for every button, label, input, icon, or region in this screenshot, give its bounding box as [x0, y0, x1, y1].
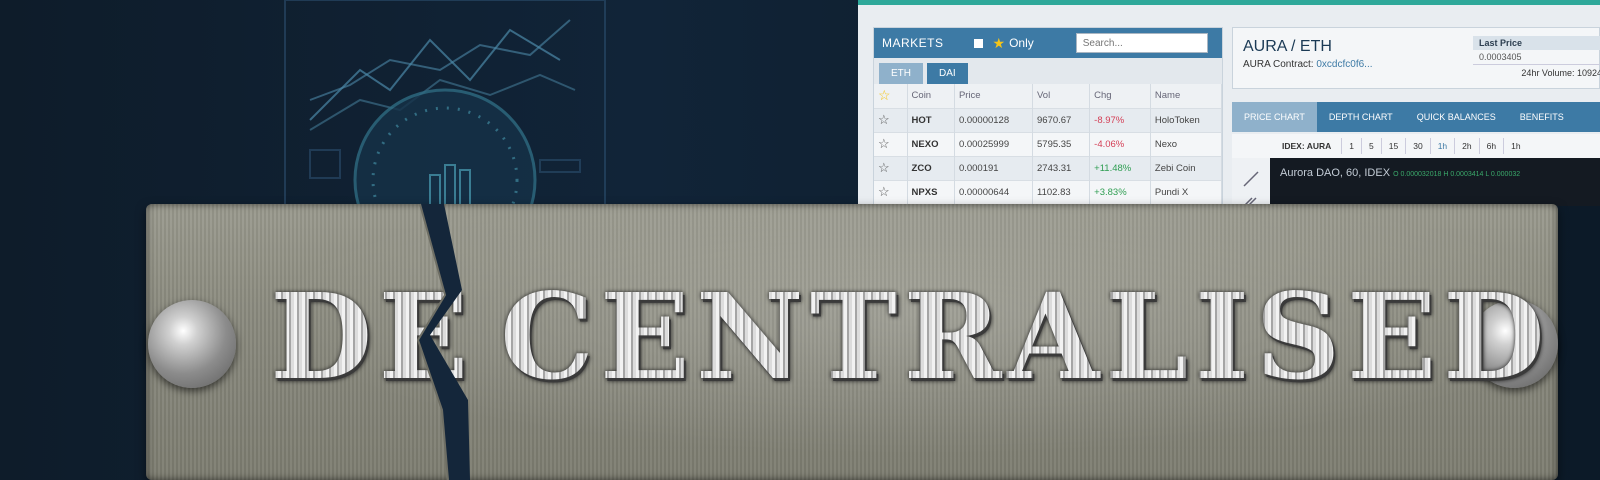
star-icon: ☆	[878, 87, 891, 104]
contract-label: AURA Contract:	[1243, 59, 1314, 70]
chart-tabs: PRICE CHART DEPTH CHART QUICK BALANCES B…	[1232, 102, 1600, 132]
favorite-column-header: ☆	[874, 84, 908, 108]
last-price-label: Last Price	[1473, 36, 1600, 50]
interval-button[interactable]: 6h	[1478, 138, 1503, 154]
table-row[interactable]: ☆ ZCO 0.000191 2743.31 +11.48% Zebi Coin	[874, 155, 1223, 180]
interval-button[interactable]: 1	[1341, 138, 1361, 154]
column-header-coin[interactable]: Coin	[907, 84, 955, 108]
chg-cell: +11.48%	[1089, 155, 1151, 180]
price-cell: 0.00000128	[954, 107, 1034, 132]
market-tabs: ETH DAI	[874, 58, 1222, 84]
last-price-value: 0.0003405	[1473, 50, 1600, 65]
chart-ohlc-readout: O 0.000032018 H 0.0003414 L 0.000032	[1393, 171, 1521, 178]
star-icon: ★	[992, 34, 1006, 51]
markets-header: MARKETS ★ Only	[874, 28, 1222, 58]
table-row[interactable]: ☆ HOT 0.00000128 9670.67 -8.97% HoloToke…	[874, 107, 1223, 132]
rivet-icon	[148, 300, 236, 388]
favorite-star-icon[interactable]: ☆	[874, 131, 908, 156]
interval-button[interactable]: 15	[1380, 138, 1405, 154]
drawing-tools	[1232, 158, 1270, 206]
column-header-chg[interactable]: Chg	[1089, 84, 1151, 108]
vol-cell: 1102.83	[1032, 179, 1091, 204]
chg-cell: +3.83%	[1089, 179, 1151, 204]
name-cell: Zebi Coin	[1150, 155, 1223, 180]
volume-24h: 24hr Volume: 109248	[1521, 68, 1600, 78]
tab-benefits[interactable]: BENEFITS	[1508, 102, 1576, 132]
price-cell: 0.00025999	[954, 131, 1034, 156]
banner-word-centralised: CENTRALISED	[500, 267, 1551, 406]
symbol-selector[interactable]: IDEX: AURA	[1272, 141, 1341, 151]
name-cell: HoloToken	[1150, 107, 1223, 132]
chart-series-label: Aurora DAO, 60, IDEX	[1280, 167, 1391, 179]
banner-word-de: DE	[270, 267, 475, 406]
chg-cell: -8.97%	[1089, 107, 1151, 132]
name-cell: Nexo	[1150, 131, 1223, 156]
tab-eth[interactable]: ETH	[879, 63, 923, 84]
favorite-star-icon[interactable]: ☆	[874, 107, 908, 132]
column-header-price[interactable]: Price	[954, 84, 1034, 108]
tab-depth-chart[interactable]: DEPTH CHART	[1317, 102, 1405, 132]
pair-info-panel: AURA / ETH AURA Contract: 0xcdcfc0f6... …	[1232, 27, 1600, 89]
interval-button[interactable]: 2h	[1454, 138, 1478, 154]
trend-line-icon	[1243, 171, 1259, 187]
coin-cell: NPXS	[907, 179, 955, 204]
tab-quick-balances[interactable]: QUICK BALANCES	[1405, 102, 1508, 132]
price-cell: 0.00000644	[954, 179, 1034, 204]
interval-button[interactable]: 1h	[1429, 138, 1454, 154]
tab-dai[interactable]: DAI	[927, 63, 968, 84]
markets-panel: MARKETS ★ Only ETH DAI ☆ Coin Price Vol …	[873, 27, 1223, 206]
markets-table: ☆ Coin Price Vol Chg Name ☆ HOT 0.000001…	[874, 84, 1223, 204]
vol-cell: 5795.35	[1032, 131, 1091, 156]
table-header-row: ☆ Coin Price Vol Chg Name	[874, 84, 1223, 108]
chart-toolbar: IDEX: AURA 1 5 15 30 1h 2h 6h 1h	[1232, 134, 1600, 158]
search-input[interactable]	[1075, 33, 1208, 53]
markets-title: MARKETS	[882, 36, 944, 50]
coin-cell: HOT	[907, 107, 955, 132]
tab-price-chart[interactable]: PRICE CHART	[1232, 102, 1317, 132]
favorite-star-icon[interactable]: ☆	[874, 155, 908, 180]
column-header-vol[interactable]: Vol	[1032, 84, 1091, 108]
interval-button[interactable]: 30	[1405, 138, 1429, 154]
price-chart-area[interactable]: Aurora DAO, 60, IDEX O 0.000032018 H 0.0…	[1270, 158, 1600, 206]
price-cell: 0.000191	[954, 155, 1034, 180]
vol-cell: 2743.31	[1032, 155, 1091, 180]
table-row[interactable]: ☆ NEXO 0.00025999 5795.35 -4.06% Nexo	[874, 131, 1223, 156]
interval-button[interactable]: 5	[1361, 138, 1381, 154]
only-favorites-label: Only	[1009, 36, 1034, 50]
coin-cell: NEXO	[907, 131, 955, 156]
only-favorites-checkbox[interactable]	[973, 38, 983, 48]
interval-button[interactable]: 1h	[1503, 138, 1527, 154]
last-price-box: Last Price 0.0003405 24hr Volume: 109248	[1473, 36, 1600, 81]
chg-cell: -4.06%	[1089, 131, 1151, 156]
exchange-window: MARKETS ★ Only ETH DAI ☆ Coin Price Vol …	[858, 0, 1600, 206]
drawing-tools-icons[interactable]	[1232, 158, 1270, 206]
column-header-name[interactable]: Name	[1150, 84, 1223, 108]
favorite-star-icon[interactable]: ☆	[874, 179, 908, 204]
contract-link[interactable]: 0xcdcfc0f6...	[1316, 59, 1372, 70]
vol-cell: 9670.67	[1032, 107, 1091, 132]
coin-cell: ZCO	[907, 155, 955, 180]
name-cell: Pundi X	[1150, 179, 1223, 204]
table-row[interactable]: ☆ NPXS 0.00000644 1102.83 +3.83% Pundi X	[874, 179, 1223, 204]
